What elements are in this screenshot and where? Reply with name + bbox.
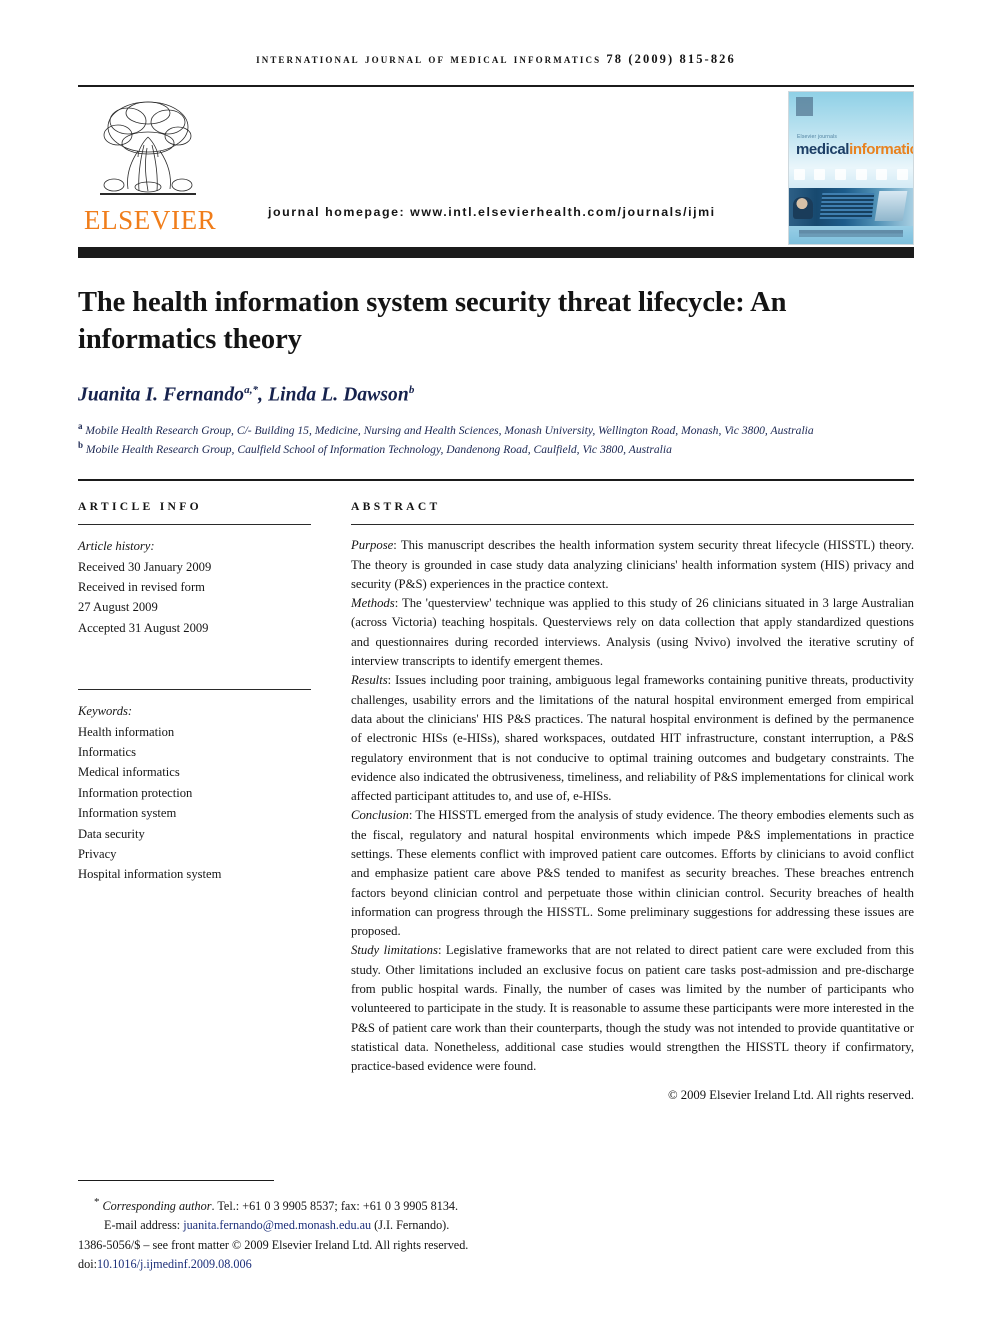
keyword-item: Medical informatics [78,765,180,780]
article-page: international journal of medical informa… [0,0,992,1323]
keyword-item: Informatics [78,744,137,759]
email-link[interactable]: juanita.fernando@med.monash.edu.au [183,1218,371,1232]
abstract-label-conclusion: Conclusion [351,808,409,823]
article-history-label: Article history: [78,539,155,554]
corresponding-author-marker: * [94,1195,100,1208]
email-suffix: (J.I. Fernando). [374,1218,450,1233]
keywords-rule [78,689,311,691]
abstract-text-results: : Issues including poor training, ambigu… [351,673,914,804]
keyword-item: Information system [78,806,177,821]
abstract-text-conclusion: : The HISSTL emerged from the analysis o… [351,808,914,939]
abstract-label-limitations: Study limitations [351,943,438,958]
email-label: E-mail address: [104,1218,181,1233]
abstract-section-methods: Methods: The 'questerview' technique was… [351,594,914,671]
cover-kicker: Elsevier journals [797,134,838,140]
corresponding-author-label: Corresponding author [102,1198,212,1213]
cover-photo [789,188,913,226]
cover-footnote-band [799,230,903,237]
title-block: The health information system security t… [78,284,914,459]
history-item: Received in revised form [78,580,205,595]
cover-title-medical: medical [796,141,850,158]
abstract-copyright: © 2009 Elsevier Ireland Ltd. All rights … [667,1087,914,1102]
keywords-label: Keywords: [78,704,133,719]
author-1: Juanita I. Fernando [78,384,245,406]
article-info-rule [78,524,311,526]
keyword-item: Hospital information system [78,867,222,882]
email-note: E-mail address: juanita.fernando@med.mon… [78,1216,914,1236]
affiliation-b-text: Mobile Health Research Group, Caulfield … [85,443,672,457]
article-history: Article history: Received 30 January 200… [78,536,333,638]
abstract-text-methods: : The 'questerview' technique was applie… [351,596,914,669]
title-abstract-divider [78,479,914,482]
elsevier-logo: ELSEVIER [84,93,217,235]
page-title: The health information system security t… [78,287,787,356]
author-2: Linda L. Dawson [268,384,409,406]
doi-link[interactable]: 10.1016/j.ijmedinf.2009.08.006 [97,1257,252,1271]
journal-masthead: ELSEVIER journal homepage: www.intl.else… [78,85,914,247]
abstract-section-conclusion: Conclusion: The HISSTL emerged from the … [351,806,914,941]
author-separator: , [258,384,269,406]
doi-label: doi: [78,1257,97,1272]
history-item: Received 30 January 2009 [78,559,212,574]
cover-title: medicalinformatics [796,141,913,158]
journal-homepage-link[interactable]: journal homepage: www.intl.elsevierhealt… [268,205,716,219]
abstract-column: ABSTRACT Purpose: This manuscript descri… [333,500,914,1102]
affiliation-b-marker: b [78,440,84,451]
abstract-text-limitations: : Legislative frameworks that are not re… [351,943,914,1074]
abstract-section-limitations: Study limitations: Legislative framework… [351,941,914,1076]
keyword-item: Information protection [78,785,193,800]
corresponding-author-note: * Corresponding author. Tel.: +61 0 3 99… [78,1194,914,1217]
info-abstract-columns: ARTICLE INFO Article history: Received 3… [78,500,914,1102]
footer-rule [78,1179,274,1181]
abstract-label-methods: Methods [351,596,395,611]
author-1-marker: a,* [244,384,259,397]
history-item: 27 August 2009 [78,600,158,615]
doi-line: doi:10.1016/j.ijmedinf.2009.08.006 [78,1255,914,1275]
elsevier-tree-logo-icon [100,101,196,195]
affiliation-b: b Mobile Health Research Group, Caulfiel… [78,439,914,459]
elsevier-wordmark: ELSEVIER [84,205,217,235]
page-footer: * Corresponding author. Tel.: +61 0 3 99… [78,1179,914,1275]
front-matter-line: 1386-5056/$ – see front matter © 2009 El… [78,1237,469,1252]
affiliation-list: a Mobile Health Research Group, C/- Buil… [78,420,914,460]
abstract-section-purpose: Purpose: This manuscript describes the h… [351,536,914,594]
cover-dot-row [789,166,913,182]
masthead-divider-bar [78,247,914,258]
abstract-rule [351,524,914,526]
keywords-block: Keywords: Health information Informatics… [78,701,333,885]
running-head: international journal of medical informa… [256,52,736,66]
article-info-heading: ARTICLE INFO [78,500,202,514]
abstract-section-results: Results: Issues including poor training,… [351,671,914,806]
corresponding-author-contact: . Tel.: +61 0 3 9905 8537; fax: +61 0 3 … [211,1198,459,1213]
keyword-item: Health information [78,724,175,739]
author-2-marker: b [408,384,415,397]
keyword-item: Data security [78,826,145,841]
abstract-heading: ABSTRACT [351,500,441,514]
article-info-column: ARTICLE INFO Article history: Received 3… [78,500,333,1102]
keyword-item: Privacy [78,846,117,861]
abstract-label-results: Results [351,673,388,688]
cover-title-informatics: informatics [849,141,913,158]
journal-cover-thumbnail: Elsevier journals medicalinformatics [788,91,914,245]
abstract-text-purpose: : This manuscript describes the health i… [351,538,914,591]
author-list: Juanita I. Fernandoa,*, Linda L. Dawsonb [78,384,914,407]
affiliation-a-text: Mobile Health Research Group, C/- Buildi… [85,423,814,437]
history-item: Accepted 31 August 2009 [78,620,209,635]
affiliation-a: a Mobile Health Research Group, C/- Buil… [78,420,914,440]
abstract-label-purpose: Purpose [351,538,394,553]
cover-elsevier-mark-icon [796,97,813,116]
affiliation-a-marker: a [78,420,83,431]
